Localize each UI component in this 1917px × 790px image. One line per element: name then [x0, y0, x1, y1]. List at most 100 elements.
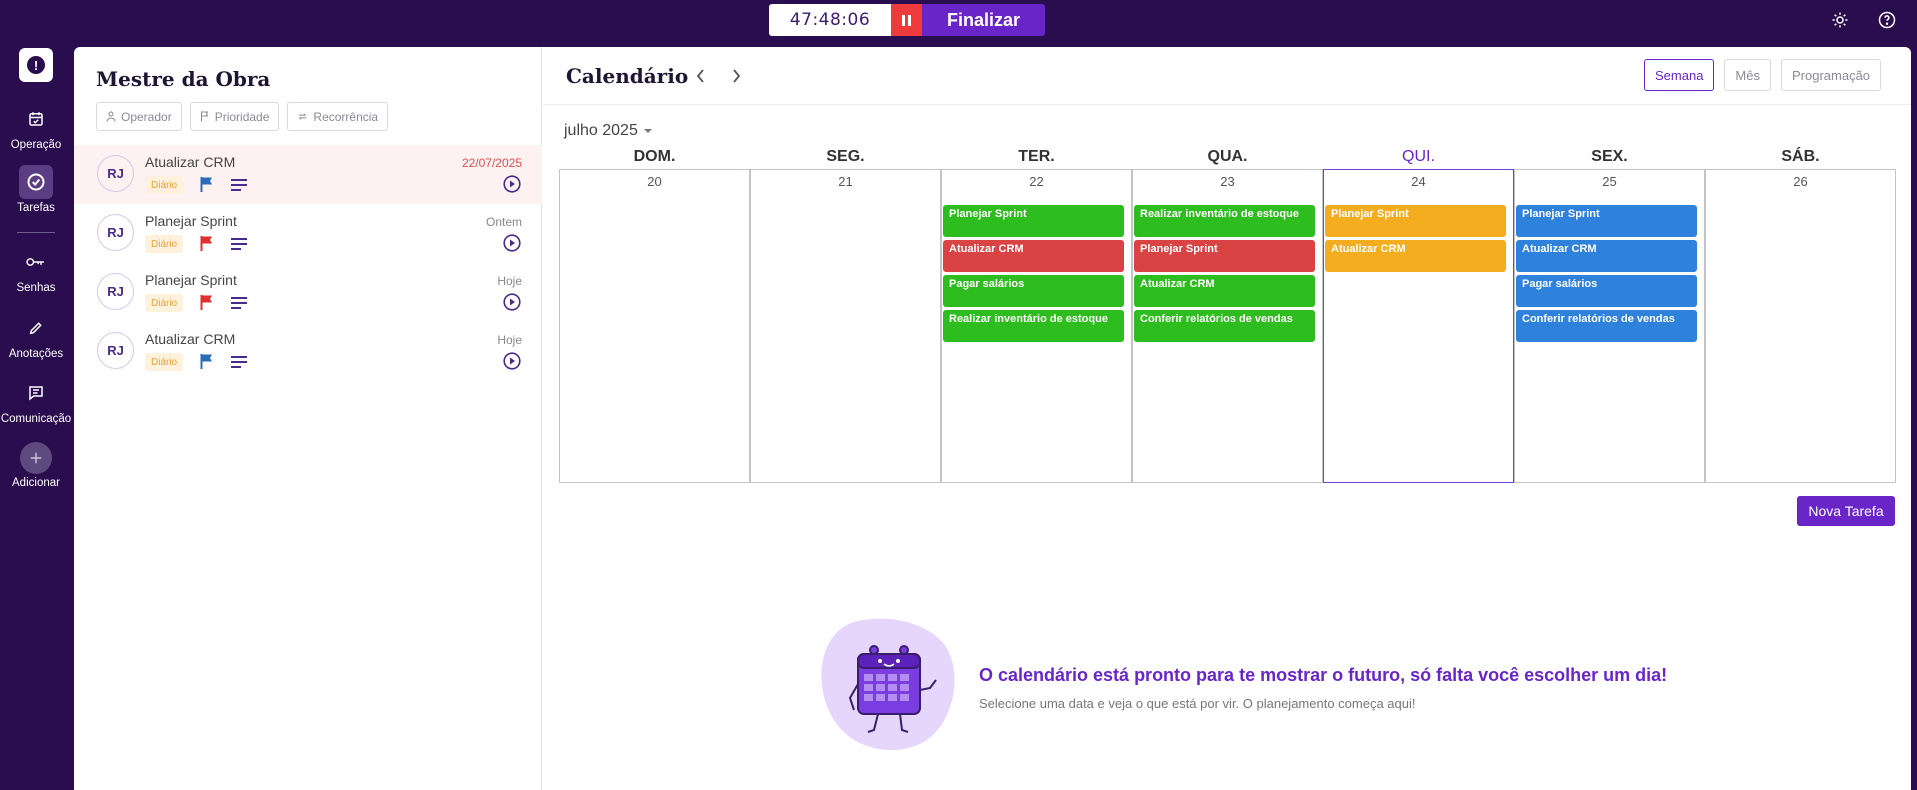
- play-circle-icon[interactable]: [503, 234, 521, 252]
- day-cell[interactable]: 25 Planejar Sprint Atualizar CRM Pagar salá…: [1514, 169, 1705, 483]
- task-name: Planejar Sprint: [145, 213, 237, 229]
- day-number: 21: [838, 174, 853, 189]
- weekday-header: TER.: [1018, 148, 1055, 165]
- nav-item-anotacoes[interactable]: Anotações: [0, 311, 72, 360]
- view-semana-button[interactable]: Semana: [1644, 59, 1715, 91]
- calendar-event[interactable]: Planejar Sprint: [943, 205, 1124, 237]
- description-lines-icon: [231, 179, 247, 191]
- calendar-event[interactable]: Atualizar CRM: [943, 240, 1124, 272]
- nav-item-comunicacao[interactable]: Comunicação: [0, 376, 72, 425]
- day-cell[interactable]: 20: [559, 169, 750, 483]
- task-row[interactable]: RJ Atualizar CRM Hoje Diário: [74, 322, 542, 381]
- key-icon: [19, 245, 53, 279]
- check-circle-icon: [19, 165, 53, 199]
- task-name: Atualizar CRM: [145, 154, 236, 170]
- calendar-event[interactable]: Conferir relatórios de vendas: [1134, 310, 1315, 342]
- day-cell[interactable]: 26: [1705, 169, 1896, 483]
- task-date: Ontem: [485, 215, 522, 229]
- alert-icon: !: [27, 56, 45, 74]
- user-icon: [106, 111, 116, 122]
- chevron-right-icon: [732, 69, 740, 83]
- calendar-event[interactable]: Planejar Sprint: [1134, 240, 1315, 272]
- day-cell[interactable]: 22 Planejar Sprint Atualizar CRM Pagar salá…: [941, 169, 1132, 483]
- repeat-icon: [299, 113, 307, 120]
- calendar-event[interactable]: Pagar salários: [943, 275, 1124, 307]
- nav-item-tarefas[interactable]: Tarefas: [0, 165, 72, 214]
- next-week-button[interactable]: [728, 66, 744, 86]
- nav-label: Senhas: [16, 282, 56, 294]
- calendar-event[interactable]: Atualizar CRM: [1516, 240, 1697, 272]
- filter-operador[interactable]: Operador: [96, 102, 182, 131]
- calendar-event[interactable]: Realizar inventário de estoque: [1134, 205, 1315, 237]
- nav-label: Anotações: [8, 348, 64, 360]
- filter-label: Recorrência: [313, 109, 379, 124]
- filter-recorrencia[interactable]: Recorrência: [287, 102, 389, 131]
- weekday-header: DOM.: [633, 148, 676, 165]
- day-cell[interactable]: 21: [750, 169, 941, 483]
- view-programacao-button[interactable]: Programação: [1780, 59, 1882, 91]
- task-name: Planejar Sprint: [145, 272, 237, 288]
- recurrence-badge: Diário: [145, 176, 184, 194]
- weekday-header: QUI.: [1402, 148, 1435, 165]
- view-mes-button[interactable]: Mês: [1724, 59, 1771, 91]
- calendar-event[interactable]: Pagar salários: [1516, 275, 1697, 307]
- app-logo[interactable]: !: [19, 48, 53, 82]
- priority-flag-icon: [200, 354, 212, 369]
- task-date: 22/07/2025: [461, 156, 522, 170]
- message-icon: [19, 376, 53, 410]
- description-lines-icon: [231, 297, 247, 309]
- task-row[interactable]: RJ Planejar Sprint Hoje Diário: [74, 263, 542, 322]
- priority-flag-icon: [200, 236, 212, 251]
- weekday-header: SEX.: [1591, 148, 1628, 165]
- play-circle-icon[interactable]: [503, 175, 521, 193]
- day-number: 24: [1411, 174, 1426, 189]
- day-number: 26: [1793, 174, 1808, 189]
- filter-label: Prioridade: [214, 109, 270, 124]
- nav-label: Tarefas: [17, 202, 55, 214]
- month-selector[interactable]: julho 2025: [564, 122, 652, 140]
- pause-button[interactable]: [891, 4, 922, 36]
- task-row[interactable]: RJ Atualizar CRM 22/07/2025 Diário: [74, 145, 542, 204]
- task-row[interactable]: RJ Planejar Sprint Ontem Diário: [74, 204, 542, 263]
- filter-prioridade[interactable]: Prioridade: [189, 102, 280, 131]
- play-circle-icon[interactable]: [503, 293, 521, 311]
- side-nav: ! Operação Tarefas Senhas Anotações Comu…: [0, 46, 72, 790]
- calendar-event[interactable]: Planejar Sprint: [1516, 205, 1697, 237]
- finalize-button[interactable]: Finalizar: [922, 4, 1045, 36]
- prev-week-button[interactable]: [692, 66, 708, 86]
- calendar-event[interactable]: Atualizar CRM: [1325, 240, 1506, 272]
- flag-icon: [200, 111, 209, 122]
- nav-item-senhas[interactable]: Senhas: [0, 245, 72, 294]
- task-date: Hoje: [497, 333, 522, 347]
- day-number: 22: [1029, 174, 1044, 189]
- recurrence-badge: Diário: [145, 294, 184, 312]
- calendar-event[interactable]: Atualizar CRM: [1134, 275, 1315, 307]
- day-cell[interactable]: 24 Planejar Sprint Atualizar CRM: [1323, 169, 1514, 483]
- play-circle-icon[interactable]: [503, 352, 521, 370]
- nav-label: Comunicação: [0, 413, 72, 425]
- calendar-event[interactable]: Conferir relatórios de vendas: [1516, 310, 1697, 342]
- avatar: RJ: [97, 273, 134, 310]
- calendar-event[interactable]: Planejar Sprint: [1325, 205, 1506, 237]
- task-filters: Operador Prioridade Recorrência: [96, 102, 389, 131]
- task-list-panel: Mestre da Obra Operador Prioridade Recor…: [74, 47, 542, 790]
- pencil-icon: [19, 311, 53, 345]
- day-number: 20: [647, 174, 662, 189]
- avatar: RJ: [97, 214, 134, 251]
- recurrence-badge: Diário: [145, 235, 184, 253]
- day-cell[interactable]: 23 Realizar inventário de estoque Planejar…: [1132, 169, 1323, 483]
- calendar-divider: [543, 104, 1911, 105]
- nav-item-adicionar[interactable]: Adicionar: [0, 442, 72, 489]
- day-number: 25: [1602, 174, 1617, 189]
- new-task-button[interactable]: Nova Tarefa: [1797, 496, 1895, 526]
- calendar-event[interactable]: Realizar inventário de estoque: [943, 310, 1124, 342]
- caret-down-icon: [643, 129, 652, 133]
- nav-label: Adicionar: [12, 477, 60, 489]
- calendar-mascot-illustration: [814, 614, 960, 754]
- timer-group: 47:48:06 Finalizar: [769, 4, 1045, 36]
- month-label: julho 2025: [564, 122, 638, 139]
- avatar: RJ: [97, 155, 134, 192]
- nav-item-operacao[interactable]: Operação: [0, 102, 72, 151]
- help-icon[interactable]: [1877, 10, 1897, 30]
- sun-icon[interactable]: [1830, 10, 1850, 30]
